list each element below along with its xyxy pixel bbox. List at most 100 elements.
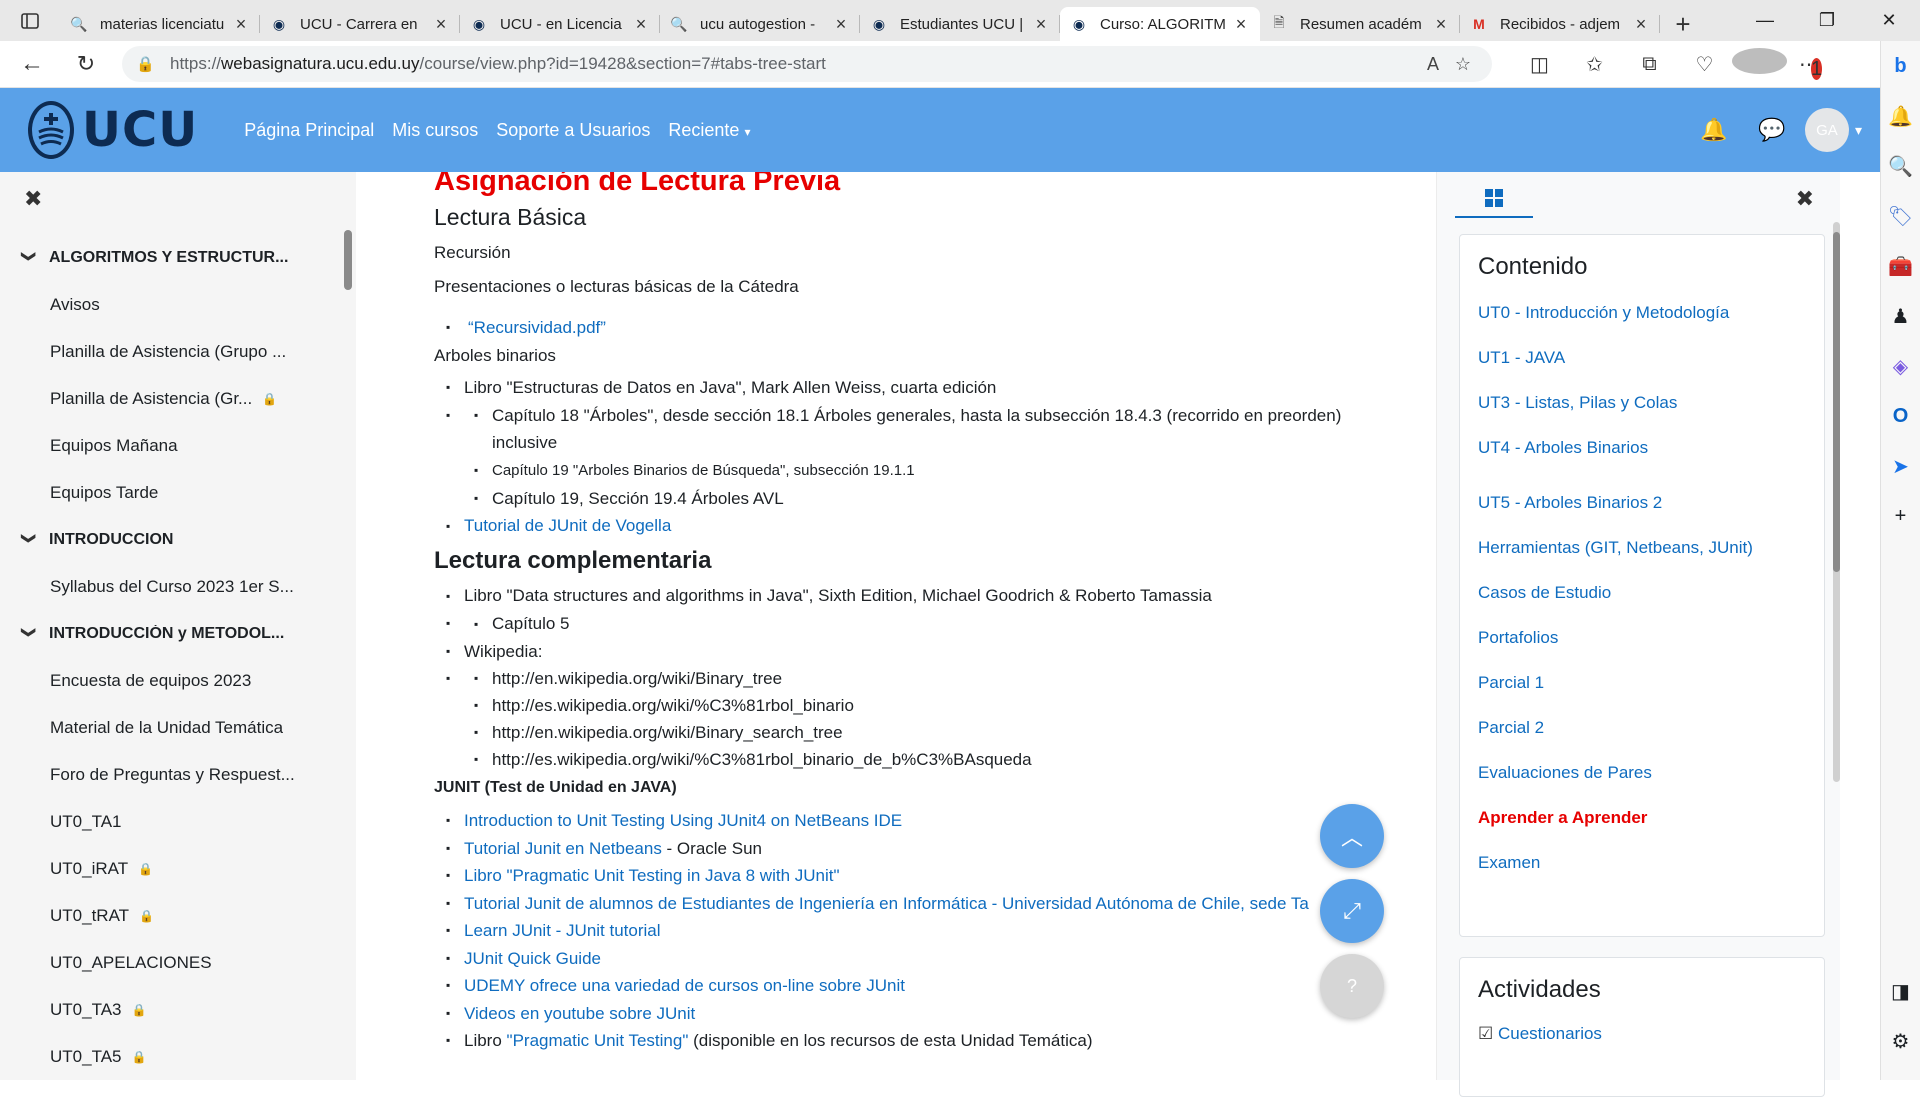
contenido-link[interactable]: Casos de Estudio — [1478, 583, 1824, 628]
notification-bell-icon[interactable]: 🔔 — [1685, 117, 1743, 143]
collections-icon[interactable]: ⧉ — [1622, 53, 1677, 76]
reload-button[interactable]: ↻ — [64, 44, 108, 84]
contenido-link[interactable]: UT0 - Introducción y Metodología — [1478, 303, 1824, 348]
contenido-link[interactable]: Examen — [1478, 853, 1824, 898]
hide-sidebar-icon[interactable]: ◨ — [1881, 966, 1920, 1016]
wiki-link-binary-search-tree[interactable]: http://en.wikipedia.org/wiki/Binary_sear… — [492, 719, 1384, 746]
search-icon[interactable]: 🔍 — [1881, 141, 1920, 191]
junit-netbeans-link[interactable]: Tutorial Junit en Netbeans — [464, 839, 662, 858]
course-index-item[interactable]: UT0_APELACIONES — [0, 939, 344, 986]
games-icon[interactable]: ♟ — [1881, 291, 1920, 341]
new-tab-button[interactable]: + — [1660, 7, 1706, 41]
chevron-down-icon[interactable]: ❯ — [21, 251, 38, 265]
junit-udemy-link[interactable]: UDEMY ofrece una variedad de cursos on-l… — [464, 972, 1384, 1000]
help-button[interactable]: ? — [1320, 954, 1384, 1018]
contenido-link[interactable]: Portafolios — [1478, 628, 1824, 673]
course-index-item[interactable]: Material de la Unidad Temática — [0, 704, 344, 751]
wiki-link-arbol-busqueda[interactable]: http://es.wikipedia.org/wiki/%C3%81rbol_… — [492, 746, 1384, 773]
wiki-link-binary-tree[interactable]: http://en.wikipedia.org/wiki/Binary_tree — [492, 665, 1384, 692]
fullscreen-button[interactable]: ⤢ — [1320, 879, 1384, 943]
more-menu-icon[interactable]: ⋯1 — [1787, 52, 1842, 77]
nav-my-courses-link[interactable]: Mis cursos — [392, 120, 478, 141]
junit-learn-link[interactable]: Learn JUnit - JUnit tutorial — [464, 917, 1384, 945]
course-index-item[interactable]: Syllabus del Curso 2023 1er S... — [0, 563, 344, 610]
restore-button[interactable]: ❐ — [1796, 0, 1858, 41]
close-tab-icon[interactable]: × — [1632, 14, 1650, 35]
copilot-icon[interactable]: ◈ — [1881, 341, 1920, 391]
course-index-item[interactable]: UT0_TA3🔒 — [0, 986, 344, 1033]
add-sidebar-app-icon[interactable]: + — [1881, 491, 1920, 541]
block-drawer-scrollbar[interactable] — [1833, 232, 1840, 572]
close-block-drawer-icon[interactable]: ✖ — [1796, 186, 1814, 212]
course-index-item[interactable]: UT0_tRAT🔒 — [0, 892, 344, 939]
close-tab-icon[interactable]: × — [232, 14, 250, 35]
course-index-item[interactable]: Equipos Mañana — [0, 422, 344, 469]
close-tab-icon[interactable]: × — [1232, 14, 1250, 35]
contenido-link[interactable]: Parcial 1 — [1478, 673, 1824, 718]
browser-tab[interactable]: ◉Estudiantes UCU |× — [860, 7, 1060, 41]
nav-support-link[interactable]: Soporte a Usuarios — [496, 120, 650, 141]
course-index-item[interactable]: UT0_iRAT🔒 — [0, 845, 344, 892]
contenido-link[interactable]: Aprender a Aprender — [1478, 808, 1824, 853]
nav-home-link[interactable]: Página Principal — [244, 120, 374, 141]
junit-intro-link[interactable]: Introduction to Unit Testing Using JUnit… — [464, 807, 1384, 835]
contenido-link[interactable]: Evaluaciones de Pares — [1478, 763, 1824, 808]
browser-tab[interactable]: MRecibidos - adjem× — [1460, 7, 1660, 41]
junit-youtube-link[interactable]: Videos en youtube sobre JUnit — [464, 1000, 1384, 1028]
tab-actions-button[interactable] — [0, 0, 60, 41]
course-index-item[interactable]: Encuesta de equipos 2023 — [0, 657, 344, 704]
bing-icon[interactable]: b — [1881, 41, 1920, 91]
chevron-down-icon[interactable]: ❯ — [21, 627, 38, 641]
drop-icon[interactable]: ➤ — [1881, 441, 1920, 491]
shopping-tag-icon[interactable]: 🏷 — [1881, 191, 1920, 241]
recursividad-link[interactable]: “Recursividad.pdf” — [464, 314, 1384, 341]
url-field[interactable]: 🔒 https://webasignatura.ucu.edu.uy/cours… — [122, 46, 1492, 82]
outlook-icon[interactable]: O — [1881, 391, 1920, 441]
browser-tab[interactable]: ◉UCU - Carrera en× — [260, 7, 460, 41]
contenido-link[interactable]: Herramientas (GIT, Netbeans, JUnit) — [1478, 538, 1824, 583]
junit-quick-guide-link[interactable]: JUnit Quick Guide — [464, 945, 1384, 973]
browser-tab[interactable]: 🗎Resumen académ× — [1260, 7, 1460, 41]
chevron-down-icon[interactable]: ❯ — [21, 533, 38, 547]
split-screen-icon[interactable]: ◫ — [1512, 52, 1567, 77]
messages-icon[interactable]: 💬 — [1743, 117, 1801, 143]
sidebar-settings-icon[interactable]: ⚙ — [1881, 1016, 1920, 1066]
notifications-icon[interactable]: 🔔 — [1881, 91, 1920, 141]
contenido-link[interactable]: UT3 - Listas, Pilas y Colas — [1478, 393, 1824, 438]
tutorial-vogella-link[interactable]: Tutorial de JUnit de Vogella — [464, 512, 1384, 540]
libro-pragmatic-link[interactable]: "Pragmatic Unit Testing" — [507, 1031, 689, 1050]
blocks-tab[interactable] — [1455, 188, 1533, 218]
actividades-item[interactable]: ☑ Cuestionarios — [1478, 1024, 1824, 1044]
browser-tab[interactable]: 🔍ucu autogestion -× — [660, 7, 860, 41]
drawer-scrollbar[interactable] — [344, 230, 352, 290]
scroll-to-top-button[interactable]: ︿ — [1320, 804, 1384, 868]
course-index-item[interactable]: Planilla de Asistencia (Grupo ... — [0, 328, 344, 375]
read-aloud-icon[interactable]: A — [1418, 54, 1448, 75]
tools-icon[interactable]: 🧰 — [1881, 241, 1920, 291]
browser-tab[interactable]: ◉UCU - en Licencia× — [460, 7, 660, 41]
close-tab-icon[interactable]: × — [632, 14, 650, 35]
close-tab-icon[interactable]: × — [432, 14, 450, 35]
contenido-link[interactable]: UT1 - JAVA — [1478, 348, 1824, 393]
browser-tab[interactable]: 🔍materias licenciatu× — [60, 7, 260, 41]
contenido-link[interactable]: Parcial 2 — [1478, 718, 1824, 763]
close-tab-icon[interactable]: × — [1032, 14, 1050, 35]
contenido-link[interactable]: UT4 - Arboles Binarios — [1478, 438, 1824, 483]
user-menu-chevron-icon[interactable]: ▾ — [1855, 122, 1862, 139]
profile-button[interactable] — [1732, 48, 1787, 80]
course-index-item[interactable]: Equipos Tarde — [0, 469, 344, 516]
back-button[interactable]: ← — [10, 44, 54, 84]
course-section-header[interactable]: ❯INTRODUCCIÓN y METODOL... — [0, 610, 344, 657]
contenido-link[interactable]: UT5 - Arboles Binarios 2 — [1478, 493, 1824, 538]
course-index-item[interactable]: Planilla de Asistencia (Gr...🔒 — [0, 375, 344, 422]
browser-tab[interactable]: ◉Curso: ALGORITM× — [1060, 7, 1260, 41]
close-tab-icon[interactable]: × — [832, 14, 850, 35]
wiki-link-arbol-binario[interactable]: http://es.wikipedia.org/wiki/%C3%81rbol_… — [492, 692, 1384, 719]
course-index-item[interactable]: Avisos — [0, 281, 344, 328]
course-section-header[interactable]: ❯INTRODUCCION — [0, 516, 344, 563]
course-index-item[interactable]: Foro de Preguntas y Respuest... — [0, 751, 344, 798]
close-tab-icon[interactable]: × — [1432, 14, 1450, 35]
user-avatar[interactable]: GA — [1805, 108, 1849, 152]
course-section-header[interactable]: ❯ALGORITMOS Y ESTRUCTUR... — [0, 234, 344, 281]
favorite-star-icon[interactable]: ☆ — [1448, 54, 1478, 75]
